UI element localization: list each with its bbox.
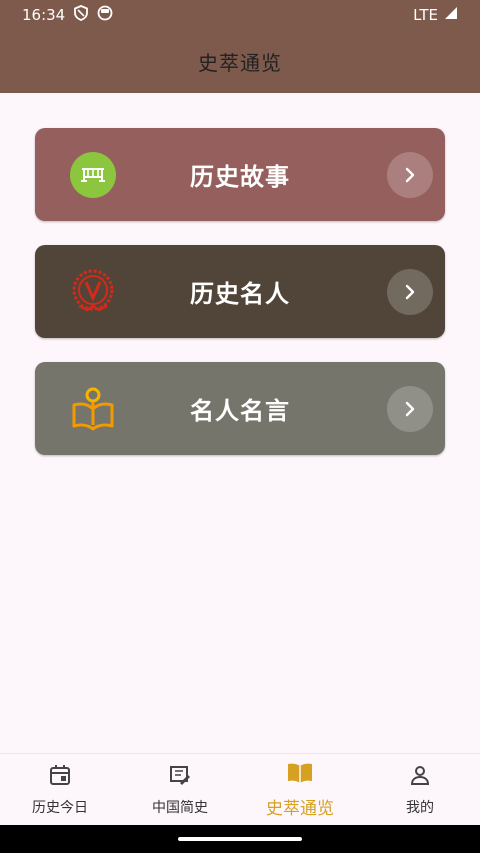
nav-item-china-brief-history[interactable]: 中国简史 (120, 754, 240, 825)
card-label: 名人名言 (190, 397, 290, 425)
card-history-stories[interactable]: 历史故事 (35, 128, 445, 221)
book-icon (286, 760, 314, 788)
signal-icon (444, 6, 458, 24)
chevron-right-icon[interactable] (387, 386, 433, 432)
bottom-navigation: 历史今日 中国简史 史萃通览 我的 (0, 753, 480, 825)
page-title: 史萃通览 (198, 51, 282, 75)
status-time: 16:34 (22, 6, 66, 24)
nav-label: 历史今日 (32, 799, 88, 816)
status-bar: 16:34 LTE (0, 0, 480, 30)
main-content: 历史故事 历史名人 名人名言 (0, 93, 480, 753)
nav-item-history-overview[interactable]: 史萃通览 (240, 754, 360, 825)
calendar-icon (48, 763, 72, 791)
nav-item-history-today[interactable]: 历史今日 (0, 754, 120, 825)
system-gesture-area (0, 825, 480, 853)
chevron-right-icon[interactable] (387, 269, 433, 315)
card-historical-figures[interactable]: 历史名人 (35, 245, 445, 338)
home-gesture-bar[interactable] (178, 837, 302, 841)
face-icon (97, 5, 113, 25)
person-icon (408, 763, 432, 791)
card-label: 历史名人 (190, 280, 290, 308)
app-bar: 史萃通览 (0, 30, 480, 93)
chevron-right-icon[interactable] (387, 152, 433, 198)
nav-label: 我的 (406, 799, 434, 816)
card-label: 历史故事 (190, 163, 290, 191)
nav-item-profile[interactable]: 我的 (360, 754, 480, 825)
card-famous-quotes[interactable]: 名人名言 (35, 362, 445, 455)
scroll-icon (168, 763, 192, 791)
nav-label: 中国简史 (152, 799, 208, 816)
nav-label: 史萃通览 (266, 799, 334, 819)
network-type: LTE (413, 6, 438, 24)
shield-icon (73, 5, 89, 25)
